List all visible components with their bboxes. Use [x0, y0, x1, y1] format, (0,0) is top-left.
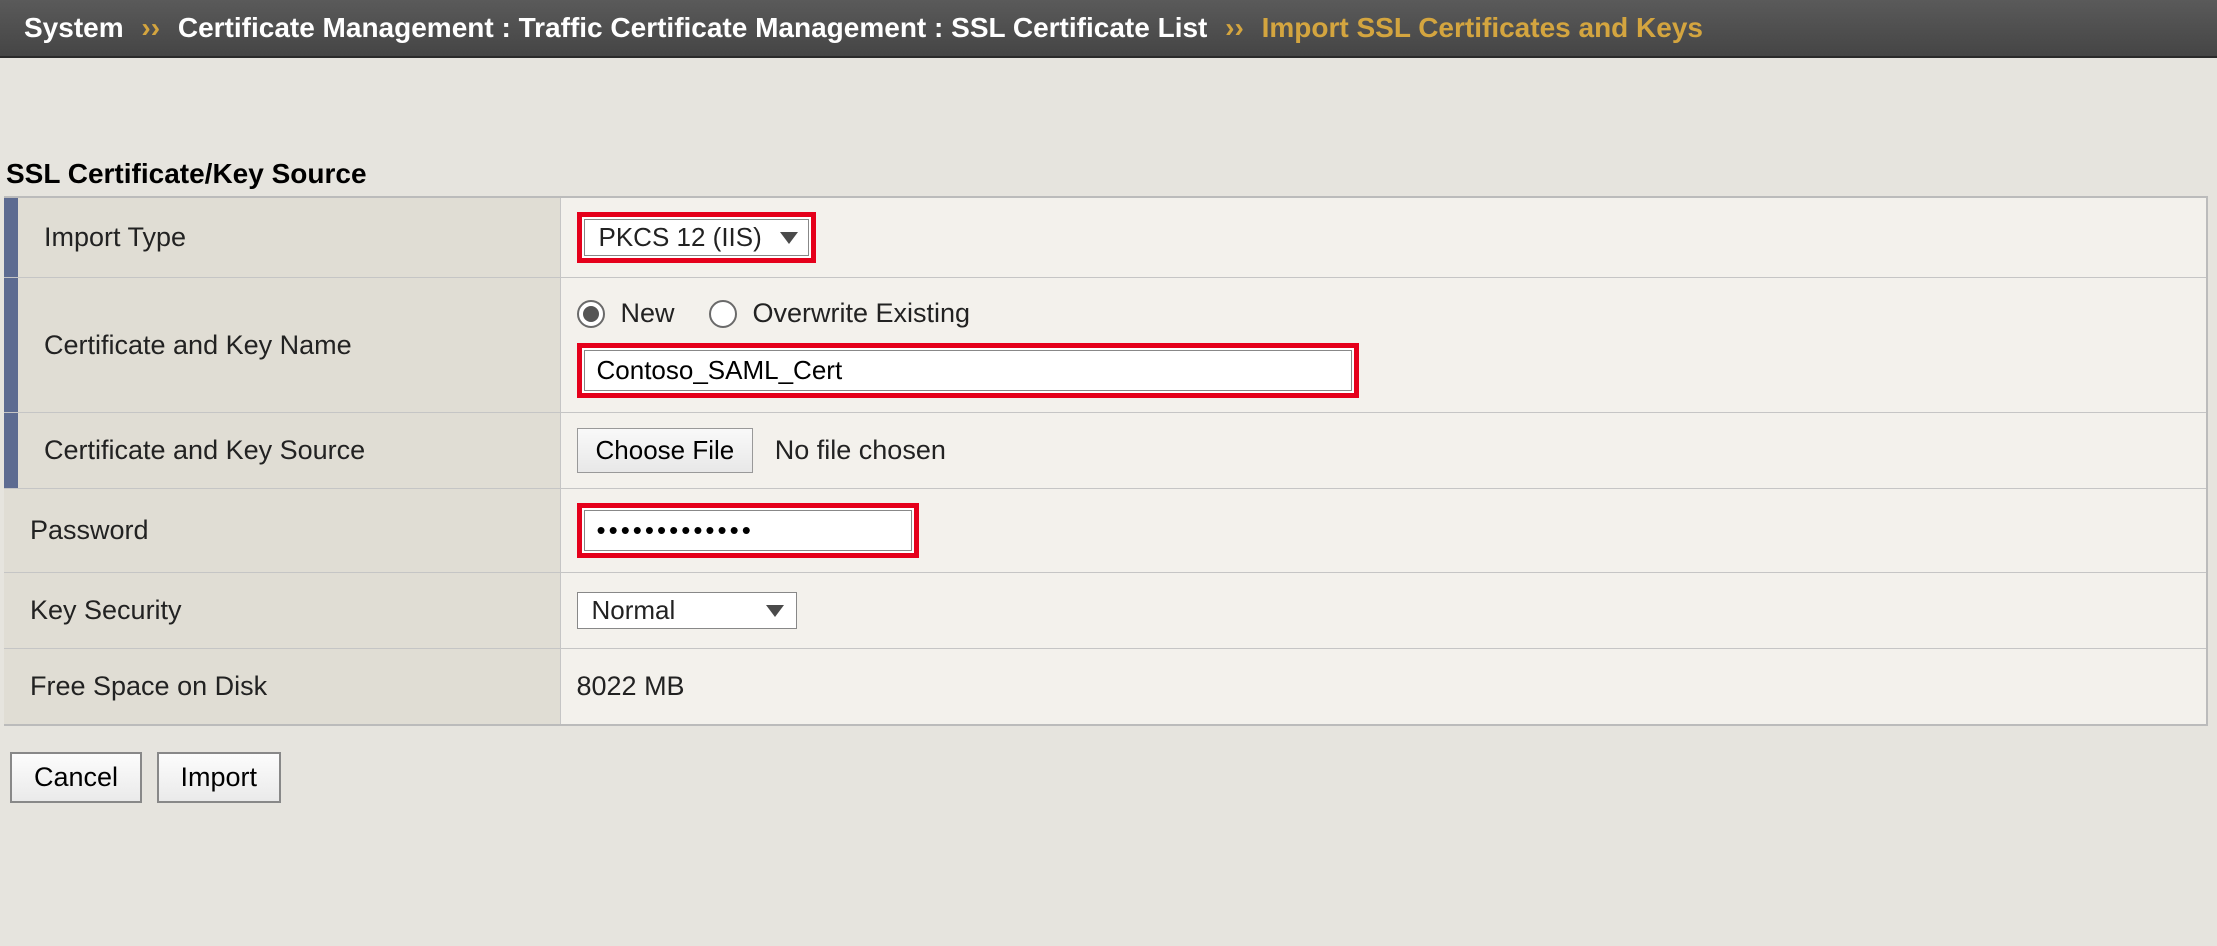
breadcrumb-current: Import SSL Certificates and Keys	[1262, 12, 1703, 43]
breadcrumb-separator-1: ››	[131, 12, 170, 43]
key-security-select[interactable]: Normal	[577, 592, 797, 629]
value-cert-key-source: Choose File No file chosen	[560, 413, 2207, 489]
import-button[interactable]: Import	[157, 752, 282, 803]
choose-file-button[interactable]: Choose File	[577, 428, 754, 473]
label-key-security: Key Security	[4, 573, 560, 649]
row-import-type: Import Type PKCS 12 (IIS)	[4, 197, 2207, 278]
password-input[interactable]	[584, 510, 912, 551]
label-free-space: Free Space on Disk	[4, 649, 560, 726]
breadcrumb-root[interactable]: System	[24, 12, 124, 43]
key-security-value: Normal	[592, 595, 676, 626]
cert-key-name-input[interactable]	[584, 350, 1352, 391]
row-cert-key-name: Certificate and Key Name New Overwrite E…	[4, 278, 2207, 413]
value-cert-key-name: New Overwrite Existing	[560, 278, 2207, 413]
radio-new-label[interactable]: New	[621, 298, 675, 329]
value-import-type: PKCS 12 (IIS)	[560, 197, 2207, 278]
row-password: Password	[4, 489, 2207, 573]
radio-new[interactable]	[577, 300, 605, 328]
radio-overwrite[interactable]	[709, 300, 737, 328]
label-import-type: Import Type	[18, 197, 560, 278]
chevron-down-icon	[766, 605, 784, 617]
import-type-select[interactable]: PKCS 12 (IIS)	[584, 219, 809, 256]
breadcrumb-path[interactable]: Certificate Management : Traffic Certifi…	[178, 12, 1208, 43]
breadcrumb-separator-2: ››	[1215, 12, 1254, 43]
label-password: Password	[4, 489, 560, 573]
button-row: Cancel Import	[4, 726, 2217, 829]
value-password	[560, 489, 2207, 573]
label-cert-key-source: Certificate and Key Source	[18, 413, 560, 489]
highlight-cert-name	[577, 343, 1359, 398]
row-accent	[4, 413, 18, 489]
file-status: No file chosen	[775, 435, 946, 465]
cancel-button[interactable]: Cancel	[10, 752, 142, 803]
row-accent	[4, 197, 18, 278]
label-cert-key-name: Certificate and Key Name	[18, 278, 560, 413]
free-space-text: 8022 MB	[577, 671, 685, 701]
value-key-security: Normal	[560, 573, 2207, 649]
cert-name-radio-group: New Overwrite Existing	[577, 292, 2191, 329]
row-free-space: Free Space on Disk 8022 MB	[4, 649, 2207, 726]
breadcrumb: System ›› Certificate Management : Traff…	[0, 0, 2217, 58]
row-key-security: Key Security Normal	[4, 573, 2207, 649]
form-table: Import Type PKCS 12 (IIS) Certificate an…	[4, 196, 2208, 726]
section-title: SSL Certificate/Key Source	[4, 158, 2217, 196]
row-accent	[4, 278, 18, 413]
chevron-down-icon	[780, 232, 798, 244]
content-area: SSL Certificate/Key Source Import Type P…	[0, 58, 2217, 829]
highlight-password	[577, 503, 919, 558]
import-type-value: PKCS 12 (IIS)	[599, 222, 762, 253]
row-cert-key-source: Certificate and Key Source Choose File N…	[4, 413, 2207, 489]
value-free-space: 8022 MB	[560, 649, 2207, 726]
highlight-import-type: PKCS 12 (IIS)	[577, 212, 816, 263]
radio-overwrite-label[interactable]: Overwrite Existing	[753, 298, 971, 329]
